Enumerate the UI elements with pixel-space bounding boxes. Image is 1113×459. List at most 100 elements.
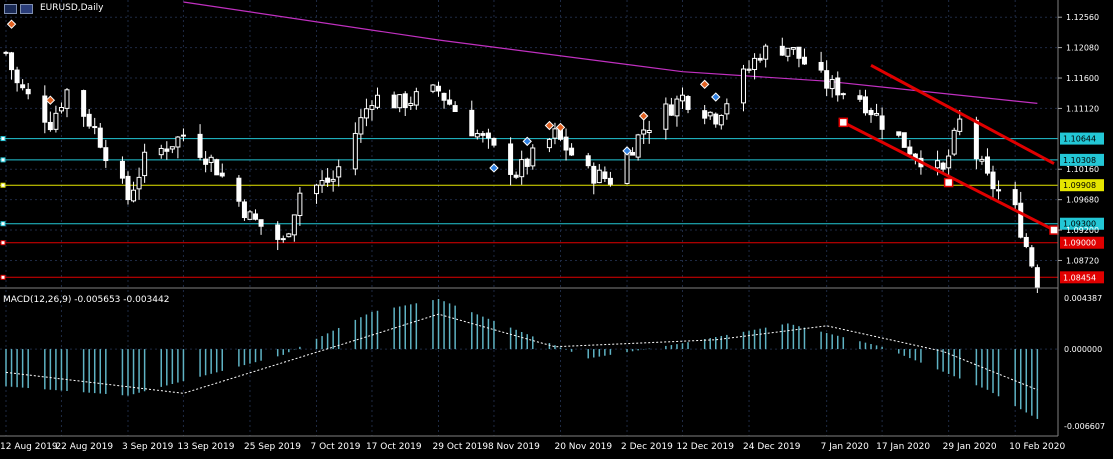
candle-bear [86, 113, 92, 127]
candle-bull [352, 132, 358, 170]
level-anchor [0, 274, 6, 280]
candle-bear [973, 119, 979, 160]
candle-bull [646, 129, 652, 133]
candle-bull [530, 147, 536, 167]
candle-bull [314, 184, 320, 195]
candle-bear [524, 158, 530, 167]
candle-bull [790, 47, 796, 50]
candle-bull [552, 128, 558, 139]
price-tick-label: 1.09680 [1066, 196, 1099, 205]
level-price-label: 1.08454 [1063, 273, 1096, 282]
candle-bull [142, 151, 148, 177]
time-label: 13 Sep 2019 [177, 442, 234, 452]
macd-label: MACD(12,26,9) -0.005653 -0.003442 [3, 295, 170, 305]
candle-bear [940, 162, 946, 170]
candle-bear [92, 126, 98, 129]
candle-bear [164, 148, 170, 152]
candle-bear [9, 52, 15, 71]
time-label: 3 Sep 2019 [122, 442, 174, 452]
signal-marker-icon [489, 163, 499, 173]
candle-bear [857, 95, 863, 100]
candle-bull [674, 98, 680, 117]
candle-bear [685, 95, 691, 110]
candle-bull [358, 117, 364, 135]
time-label: 25 Sep 2019 [244, 442, 301, 452]
candle-bull [330, 178, 336, 182]
level-price-label: 1.09000 [1063, 239, 1096, 248]
candle-bull [175, 136, 181, 148]
candle-bear [984, 156, 990, 174]
candle-bear [469, 109, 475, 137]
candle-bull [746, 68, 752, 71]
channel-upper-line [870, 64, 1055, 165]
chart-canvas[interactable]: 1.106441.103081.099081.093001.090001.084… [0, 0, 1113, 457]
chart-window[interactable]: 1.10644 1.10308 1.09908 1.09300 1.09000 1.084… [0, 0, 1113, 457]
candle-bear [447, 99, 453, 105]
time-label: 10 Feb 2020 [1009, 442, 1065, 452]
signal-marker-icon [622, 146, 632, 156]
candle-bear [236, 177, 242, 202]
time-label: 7 Oct 2019 [311, 442, 361, 452]
candle-bear [569, 147, 575, 156]
price-tick-label: 1.12080 [1066, 44, 1099, 53]
signal-marker-icon [555, 122, 566, 133]
candle-bull [546, 138, 552, 149]
time-label: 17 Jan 2020 [876, 442, 930, 452]
candle-bear [485, 132, 491, 139]
candle-bull [718, 114, 724, 126]
symbol-flag-icon [20, 4, 33, 14]
candle-bull [740, 68, 746, 104]
candle-bull [624, 151, 630, 184]
candle-bear [125, 175, 131, 201]
candle-bull [413, 91, 419, 106]
channel-anchor-handle [838, 117, 849, 128]
axes: 12 Aug 201922 Aug 2019 3 Sep 2019 13 Sep 2… [0, 0, 1105, 452]
candle-bull [158, 147, 164, 156]
time-label: 12 Dec 2019 [676, 442, 734, 452]
candle-bull [363, 108, 369, 119]
candle-bull [979, 158, 985, 162]
candle-bull [64, 89, 70, 109]
candle-bear [757, 57, 763, 61]
candle-bull [724, 103, 730, 115]
price-tick-label: 1.08720 [1066, 256, 1099, 265]
candle-bull [946, 155, 952, 169]
candle-bear [3, 51, 9, 54]
candle-bear [591, 165, 597, 184]
candle-bear [824, 70, 830, 89]
time-label: 29 Oct 2019 [433, 442, 489, 452]
candle-bull [430, 84, 436, 92]
candlesticks [3, 37, 1040, 293]
level-anchor [0, 221, 6, 227]
candle-bull [375, 94, 381, 108]
candle-bull [752, 57, 758, 71]
candle-bull [319, 180, 325, 186]
candle-bear [203, 158, 209, 165]
time-label: 22 Aug 2019 [55, 442, 113, 452]
candle-bear [258, 219, 264, 227]
candle-bear [119, 160, 125, 179]
level-price-label: 1.10644 [1063, 135, 1096, 144]
candle-bear [1029, 247, 1035, 267]
candle-bear [713, 113, 719, 125]
level-price-label: 1.10308 [1063, 156, 1096, 165]
candle-bear [585, 155, 591, 167]
candle-bear [907, 146, 913, 155]
price-tick-label: 1.12560 [1066, 13, 1099, 22]
candle-bear [219, 172, 225, 177]
candle-bear [1023, 236, 1029, 247]
candle-bull [957, 118, 963, 132]
macd-tick-label: 0.000000 [1064, 345, 1102, 354]
candle-bull [286, 233, 292, 238]
candle-bear [996, 189, 1002, 192]
candle-bull [131, 189, 137, 202]
signal-marker-icon [638, 111, 649, 121]
candle-bear [491, 137, 497, 146]
time-label: 20 Nov 2019 [554, 442, 612, 452]
signal-marker-icon [699, 79, 710, 90]
candle-bear [1018, 202, 1024, 238]
candle-bull [408, 102, 414, 106]
macd-panel [0, 299, 1058, 419]
candle-bull [785, 47, 791, 57]
chart-window-icon [4, 4, 17, 14]
